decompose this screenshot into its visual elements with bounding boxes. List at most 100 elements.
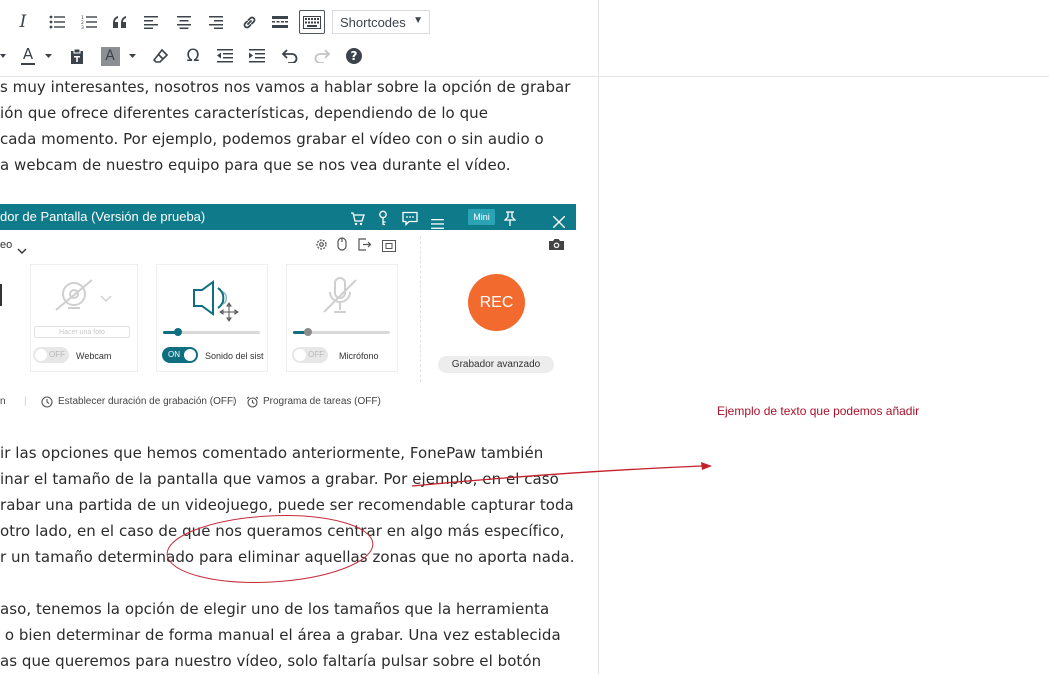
text-line: a webcam de nuestro equipo para que se n… <box>0 156 511 174</box>
text-line: aso, tenemos la opción de elegir uno de … <box>0 600 550 618</box>
annotation-note: Ejemplo de texto que podemos añadir <box>717 404 920 418</box>
system-sound-volume-slider <box>163 328 260 336</box>
paste-as-text-button[interactable] <box>68 41 86 71</box>
system-sound-label: Sonido del sist <box>205 351 264 361</box>
text-line: o bien determinar de forma manual el áre… <box>0 626 561 644</box>
special-character-button[interactable]: Ω <box>184 41 202 71</box>
task-schedule-option: Programa de tareas (OFF) <box>263 396 381 407</box>
clipboard-icon <box>71 48 83 64</box>
outdent-icon <box>217 49 233 63</box>
app-title-bar: dor de Pantalla (Versión de prueba) Mini <box>0 204 576 233</box>
close-icon <box>552 211 566 237</box>
slider-handle <box>173 328 182 336</box>
clear-formatting-button[interactable] <box>152 41 170 71</box>
recording-duration-option: Establecer duración de grabación (OFF) <box>58 396 237 407</box>
settings-gear-icon <box>315 238 328 256</box>
webcam-toggle: OFF <box>33 347 69 363</box>
microphone-off-icon <box>318 276 362 321</box>
system-sound-toggle: ON <box>162 347 198 363</box>
italic-button[interactable]: I <box>15 7 31 37</box>
paragraph-3: aso, tenemos la opción de elegir uno de … <box>0 596 561 674</box>
webcam-off-icon <box>52 278 96 319</box>
separator: | <box>232 396 235 407</box>
separator: | <box>24 396 27 407</box>
rec-button: REC <box>468 274 525 331</box>
dropdown-caret-icon[interactable] <box>0 41 6 71</box>
region-selector-edge <box>0 284 5 306</box>
redo-button[interactable] <box>312 41 332 71</box>
align-center-button[interactable] <box>175 7 193 37</box>
pin-icon <box>503 209 517 235</box>
text-line: ión que ofrece diferentes característica… <box>0 104 489 122</box>
text-line: cada momento. Por ejemplo, podemos graba… <box>0 130 544 148</box>
camera-icon <box>548 238 565 256</box>
mouse-icon <box>337 237 347 256</box>
alarm-clock-icon <box>246 395 259 413</box>
advanced-recorder-button: Grabador avanzado <box>438 356 554 373</box>
microphone-volume-slider <box>293 328 390 336</box>
text-line: s muy interesantes, nosotros nos vamos a… <box>0 78 571 96</box>
eraser-icon <box>153 48 169 63</box>
shortcodes-dropdown[interactable]: Shortcodes ▼ <box>332 10 430 34</box>
chevron-down-icon <box>17 242 27 260</box>
keyboard-shortcuts-button[interactable]: ? <box>344 41 364 71</box>
svg-text:3: 3 <box>81 25 84 29</box>
redo-icon <box>314 49 330 63</box>
recording-mode-label: eo <box>0 239 13 251</box>
align-center-icon <box>177 15 191 29</box>
take-photo-button: Hacer una foto <box>34 326 130 338</box>
align-right-button[interactable] <box>207 7 225 37</box>
toolbar-toggle-button[interactable] <box>299 10 325 34</box>
insert-link-button[interactable] <box>239 7 259 37</box>
cart-icon <box>350 209 365 235</box>
align-right-icon <box>209 15 223 29</box>
indent-icon <box>249 49 265 63</box>
indent-button[interactable] <box>247 41 267 71</box>
minimize-icon <box>527 216 539 242</box>
embedded-screenshot[interactable]: dor de Pantalla (Versión de prueba) Mini… <box>0 204 576 420</box>
fullscreen-icon <box>382 239 396 257</box>
background-color-button[interactable]: A <box>100 41 120 71</box>
bullet-list-icon <box>49 15 65 29</box>
bottom-option-fragment: n <box>0 396 6 407</box>
text-line: ir las opciones que hemos comentado ante… <box>0 444 544 462</box>
read-more-button[interactable] <box>270 7 290 37</box>
microphone-label: Micrófono <box>339 351 379 361</box>
numbered-list-icon: 123 <box>81 15 97 29</box>
key-icon <box>377 209 389 235</box>
text-line: rabar una partida de un videojuego, pued… <box>0 496 574 514</box>
omega-icon: Ω <box>186 46 200 66</box>
text-line: r un tamaño determinado para eliminar aq… <box>0 548 575 566</box>
undo-icon <box>282 49 298 63</box>
undo-button[interactable] <box>280 41 300 71</box>
chevron-down-icon: ▼ <box>413 15 423 26</box>
read-more-icon <box>272 16 288 28</box>
editor-sidebar-divider <box>598 0 599 674</box>
text-color-caret-icon[interactable] <box>44 41 52 71</box>
background-color-caret-icon[interactable] <box>128 41 136 71</box>
menu-icon <box>431 212 444 238</box>
blockquote-button[interactable] <box>111 7 129 37</box>
text-line: otro lado, en el caso de que nos queramo… <box>0 522 565 540</box>
webcam-label: Webcam <box>76 351 112 361</box>
text-color-swatch <box>21 63 35 65</box>
text-color-button[interactable]: A <box>19 41 37 71</box>
microphone-toggle: OFF <box>292 347 328 363</box>
paragraph-1: s muy interesantes, nosotros nos vamos a… <box>0 74 570 178</box>
clock-icon <box>41 395 53 413</box>
outdent-button[interactable] <box>215 41 235 71</box>
text-line: as que queremos para nuestro vídeo, solo… <box>0 652 542 670</box>
paragraph-2: ir las opciones que hemos comentado ante… <box>0 440 575 570</box>
bullet-list-button[interactable] <box>48 7 66 37</box>
numbered-list-button[interactable]: 123 <box>80 7 98 37</box>
link-icon <box>243 16 255 28</box>
quote-icon <box>113 16 126 28</box>
annotation-arrowhead-icon <box>701 462 712 470</box>
panel-divider <box>420 236 421 382</box>
app-title: dor de Pantalla (Versión de prueba) <box>0 209 206 224</box>
slider-handle <box>303 328 312 336</box>
feedback-icon <box>402 209 418 235</box>
export-icon <box>358 238 372 256</box>
align-left-button[interactable] <box>142 7 160 37</box>
mini-mode-button: Mini <box>468 209 495 225</box>
